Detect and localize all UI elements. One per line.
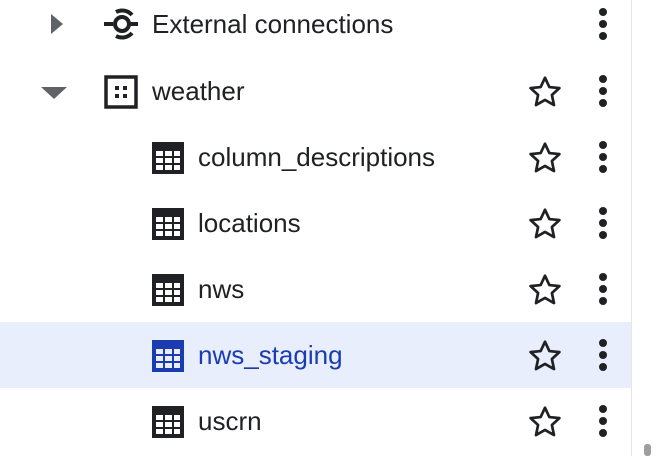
table-icon [152,208,184,240]
tree-row-table[interactable]: uscrn [0,388,631,454]
star-icon[interactable] [527,404,563,440]
scrollbar-track[interactable] [631,0,664,456]
table-label: uscrn [198,406,262,436]
table-icon [152,142,184,174]
dataset-label: weather [152,76,245,106]
table-label: column_descriptions [198,142,436,172]
tree-row-table-selected[interactable]: nws_staging [0,322,631,388]
explorer-tree: External connections weather column_desc… [0,0,631,456]
expand-arrow-icon[interactable] [49,12,65,36]
more-options-icon[interactable] [594,271,612,307]
table-label: nws [198,274,245,304]
tree-row-table[interactable]: locations [0,190,631,256]
dataset-icon [104,75,138,109]
table-label: nws_staging [198,340,343,370]
star-icon[interactable] [527,140,563,176]
connection-icon [104,8,138,40]
more-options-icon[interactable] [594,403,612,439]
external-connections-label: External connections [152,9,394,39]
star-icon[interactable] [527,272,563,308]
more-options-icon[interactable] [594,337,612,373]
scrollbar-thumb[interactable] [644,444,651,456]
tree-row-table[interactable]: nws [0,256,631,322]
table-icon [152,406,184,438]
star-icon[interactable] [527,338,563,374]
table-icon [152,274,184,306]
star-icon[interactable] [527,74,563,110]
collapse-arrow-icon[interactable] [40,86,68,100]
tree-row-external-connections[interactable]: External connections [0,0,631,57]
more-options-icon[interactable] [594,73,612,109]
more-options-icon[interactable] [594,205,612,241]
more-options-icon[interactable] [594,139,612,175]
table-label: locations [198,208,301,238]
table-icon [152,340,184,372]
star-icon[interactable] [527,206,563,242]
tree-row-dataset-weather[interactable]: weather [0,58,631,124]
tree-row-table[interactable]: column_descriptions [0,124,631,190]
more-options-icon[interactable] [594,6,612,42]
